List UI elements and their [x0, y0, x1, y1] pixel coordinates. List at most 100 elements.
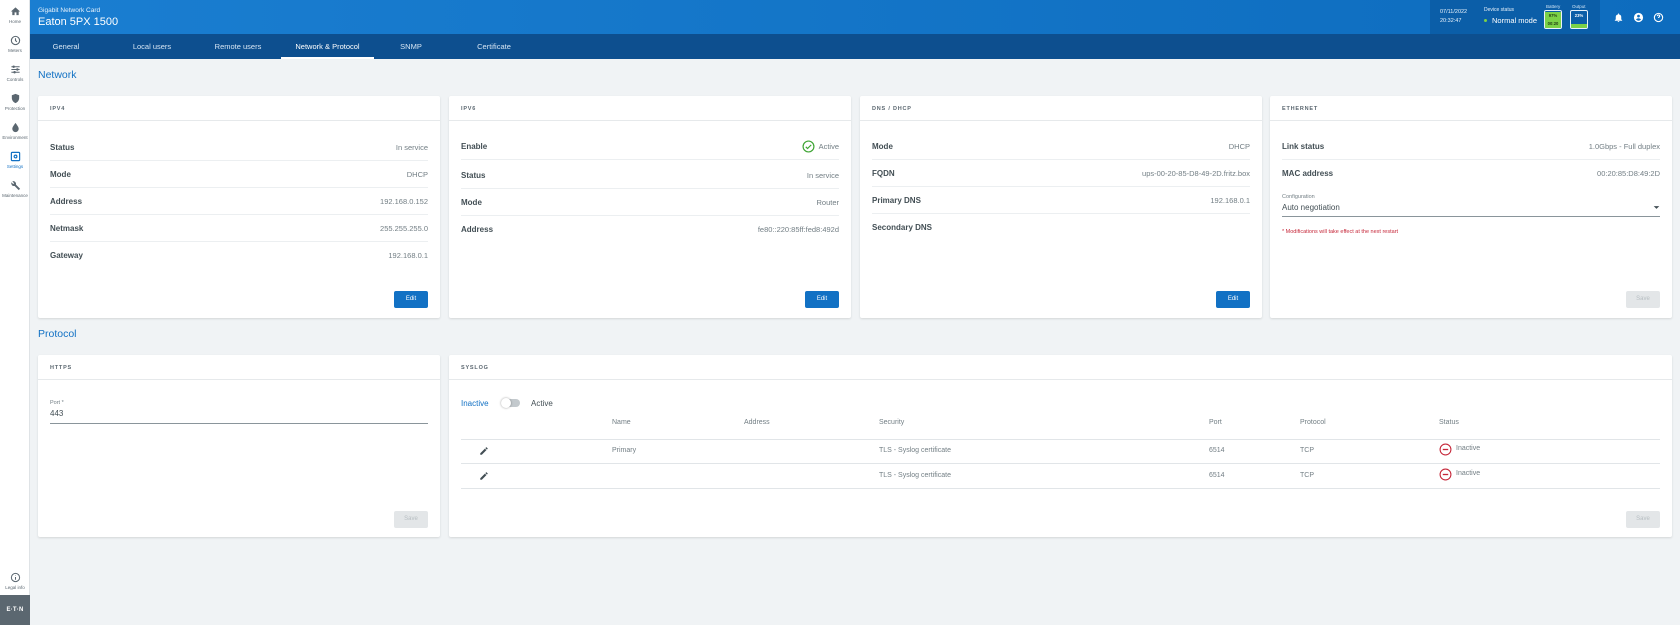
syslog-toggle[interactable]	[501, 398, 520, 408]
sidebar-item-maintenance[interactable]: Maintenance	[0, 178, 30, 206]
ipv6-edit-button[interactable]: Edit	[805, 291, 839, 308]
sidebar-item-controls[interactable]: Controls	[0, 62, 30, 90]
sidebar-item-label: Meters	[8, 48, 22, 53]
https-save-button[interactable]: Save	[394, 511, 428, 528]
cell-security: TLS - Syslog certificate	[879, 472, 951, 479]
tab-certificate[interactable]: Certificate	[465, 34, 523, 59]
cell-port: 6514	[1209, 447, 1225, 454]
output-fill	[1571, 24, 1587, 28]
sidebar-item-label: Legal info	[5, 585, 25, 590]
cell-security: TLS - Syslog certificate	[879, 447, 951, 454]
row-label: FQDN	[872, 168, 895, 178]
wrench-icon	[10, 181, 20, 191]
row-value: 192.168.0.152	[380, 196, 428, 206]
edit-pencil-icon[interactable]	[479, 446, 489, 456]
output-gauge[interactable]: 23%	[1570, 10, 1588, 29]
toggle-active-label: Active	[531, 399, 553, 408]
help-icon[interactable]	[1653, 12, 1664, 23]
card-title: HTTPS	[50, 365, 73, 371]
toggle-inactive-label: Inactive	[461, 399, 489, 408]
row-label: Primary DNS	[872, 195, 921, 205]
device-status-label: Device status	[1484, 7, 1515, 13]
row-value: fe80::220:85ff:fed8:492d	[757, 225, 839, 234]
tab-network-protocol[interactable]: Network & Protocol	[281, 34, 374, 59]
eaton-logo: E·T·N	[0, 595, 30, 625]
device-status-value: Normal mode	[1484, 16, 1537, 25]
row-value: DHCP	[406, 169, 428, 179]
output-label: Output	[1572, 4, 1586, 9]
tab-general[interactable]: General	[40, 34, 92, 59]
column-header-name: Name	[612, 419, 631, 426]
dns-dhcp-card: DNS / DHCP Mode DHCP FQDN ups-00-20-85-D8-…	[860, 96, 1262, 318]
configuration-select[interactable]: Auto negotiation	[1282, 203, 1340, 212]
status-date: 07/11/2022	[1440, 9, 1468, 15]
ethernet-mac-row: MAC address 00:20:85:D8:49:2D	[1282, 160, 1660, 187]
row-label: Gateway	[50, 251, 83, 260]
app-header: Gigabit Network Card Eaton 5PX 1500 07/1…	[30, 0, 1680, 34]
tab-remote-users[interactable]: Remote users	[205, 34, 271, 59]
chevron-down-icon[interactable]	[1653, 204, 1660, 211]
sidebar-item-settings[interactable]: Settings	[0, 149, 30, 177]
cell-port: 6514	[1209, 472, 1225, 479]
card-title: IPV6	[461, 106, 477, 112]
sidebar-item-meters[interactable]: Meters	[0, 33, 30, 61]
row-label: Secondary DNS	[872, 223, 933, 232]
ethernet-save-button[interactable]: Save	[1626, 291, 1660, 308]
status-time: 20:32:47	[1440, 18, 1462, 24]
gear-icon	[10, 151, 20, 162]
network-section-title: Network	[38, 69, 77, 81]
card-title: SYSLOG	[461, 365, 489, 371]
battery-percent: 97%	[1548, 13, 1558, 18]
battery-runtime: 00:20	[1547, 21, 1559, 26]
status-dot-icon	[1484, 19, 1487, 22]
alarm-icon[interactable]	[1613, 12, 1624, 23]
row-value: 192.168.0.1	[1210, 195, 1250, 205]
inactive-status-icon	[1439, 468, 1452, 481]
sidebar-item-label: Protection	[4, 106, 26, 111]
restart-hint: * Modifications will take effect at the …	[1282, 229, 1399, 235]
row-value: ups-00-20-85-D8-49-2D.fritz.box	[1142, 168, 1250, 178]
column-header-security: Security	[879, 419, 905, 426]
tab-local-users[interactable]: Local users	[120, 34, 184, 59]
port-underline	[50, 423, 428, 424]
sidebar-item-label: Maintenance	[2, 193, 28, 198]
cell-name: Primary	[612, 447, 637, 454]
product-title: Eaton 5PX 1500	[38, 16, 119, 28]
row-label: Status	[50, 142, 75, 152]
ipv6-address-row: Address fe80::220:85ff:fed8:492d	[461, 216, 839, 243]
ipv6-enable-value: Active	[802, 139, 839, 153]
port-input[interactable]: 443	[50, 409, 63, 418]
sidebar-item-environment[interactable]: Environment	[0, 120, 30, 148]
row-value: 1.0Gbps - Full duplex	[1588, 141, 1660, 151]
row-value: 00:20:85:D8:49:2D	[1597, 169, 1660, 178]
tab-snmp[interactable]: SNMP	[391, 34, 431, 59]
configuration-underline	[1282, 216, 1660, 217]
edit-pencil-icon[interactable]	[479, 471, 489, 481]
dns-edit-button[interactable]: Edit	[1216, 291, 1250, 308]
syslog-save-button[interactable]: Save	[1626, 511, 1660, 528]
divider	[1270, 120, 1672, 121]
ipv4-netmask-row: Netmask 255.255.255.0	[50, 215, 428, 242]
sidebar-item-protection[interactable]: Protection	[0, 91, 30, 119]
ipv4-gateway-row: Gateway 192.168.0.1	[50, 242, 428, 269]
sidebar-item-legal-info[interactable]: Legal info	[0, 570, 30, 598]
ipv4-status-row: Status In service	[50, 134, 428, 161]
output-percent: 23%	[1574, 13, 1584, 18]
dns-fqdn-row: FQDN ups-00-20-85-D8-49-2D.fritz.box	[872, 160, 1250, 187]
battery-gauge[interactable]: 97% 00:20	[1544, 10, 1562, 29]
sidebar-item-home[interactable]: Home	[0, 4, 30, 32]
cell-protocol: TCP	[1300, 447, 1314, 454]
device-status-panel: 07/11/2022 20:32:47 Device status Normal…	[1430, 0, 1600, 34]
table-header-divider	[461, 439, 1660, 440]
ipv4-edit-button[interactable]: Edit	[394, 291, 428, 308]
column-header-port: Port	[1209, 419, 1222, 426]
row-label: Mode	[872, 141, 893, 151]
protocol-section-title: Protocol	[38, 328, 77, 340]
row-value: DHCP	[1228, 141, 1250, 151]
meter-icon	[10, 35, 20, 46]
row-label: Status	[461, 170, 486, 180]
home-icon	[10, 7, 20, 16]
user-account-icon[interactable]	[1633, 12, 1644, 23]
product-subtitle: Gigabit Network Card	[38, 7, 101, 14]
row-divider	[461, 463, 1660, 464]
